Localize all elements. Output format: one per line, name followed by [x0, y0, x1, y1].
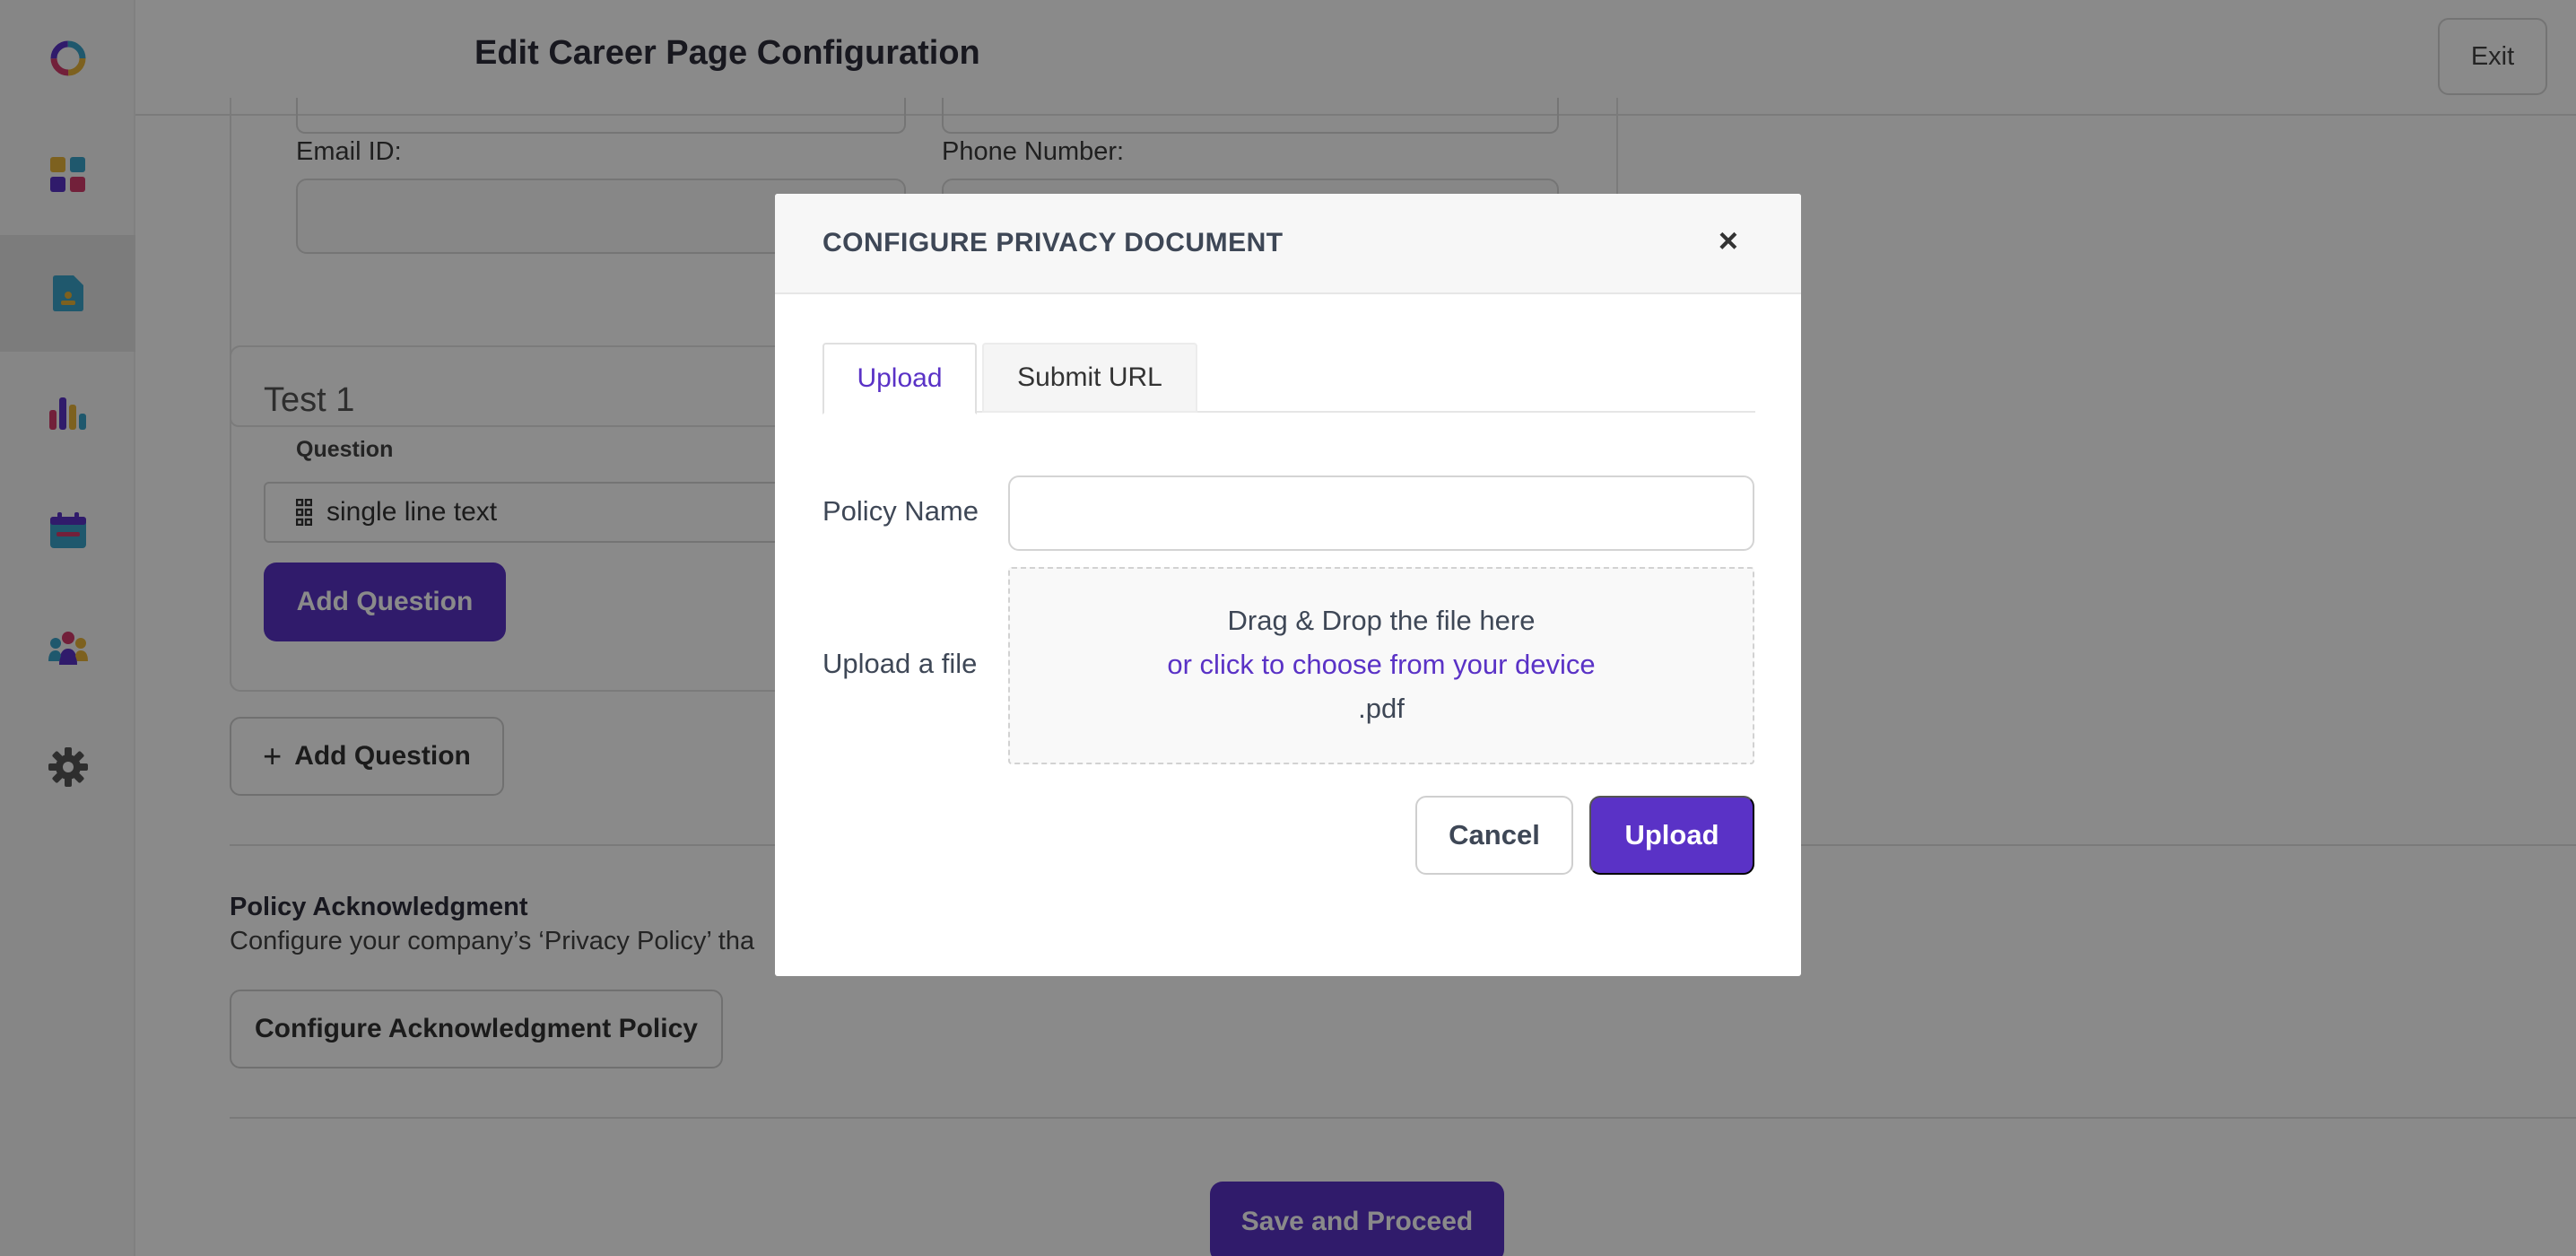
- file-dropzone[interactable]: Drag & Drop the file here or click to ch…: [1008, 567, 1754, 764]
- modal-tabs: Upload Submit URL: [822, 343, 1755, 414]
- modal-title: CONFIGURE PRIVACY DOCUMENT: [822, 228, 1284, 257]
- modal-header: CONFIGURE PRIVACY DOCUMENT ×: [775, 194, 1801, 294]
- policy-name-label: Policy Name: [822, 495, 979, 527]
- choose-file-link[interactable]: or click to choose from your device: [1010, 649, 1753, 681]
- upload-file-label: Upload a file: [822, 648, 978, 679]
- close-icon[interactable]: ×: [1719, 224, 1738, 258]
- accepted-file-type: .pdf: [1358, 693, 1405, 724]
- cancel-button[interactable]: Cancel: [1415, 796, 1573, 875]
- policy-name-input[interactable]: [1008, 475, 1754, 551]
- configure-privacy-modal: CONFIGURE PRIVACY DOCUMENT × Upload Subm…: [775, 194, 1801, 976]
- tab-upload[interactable]: Upload: [822, 343, 977, 414]
- tab-submit-url[interactable]: Submit URL: [982, 343, 1197, 413]
- upload-button[interactable]: Upload: [1589, 796, 1754, 875]
- dropzone-instruction: Drag & Drop the file here: [1227, 605, 1536, 636]
